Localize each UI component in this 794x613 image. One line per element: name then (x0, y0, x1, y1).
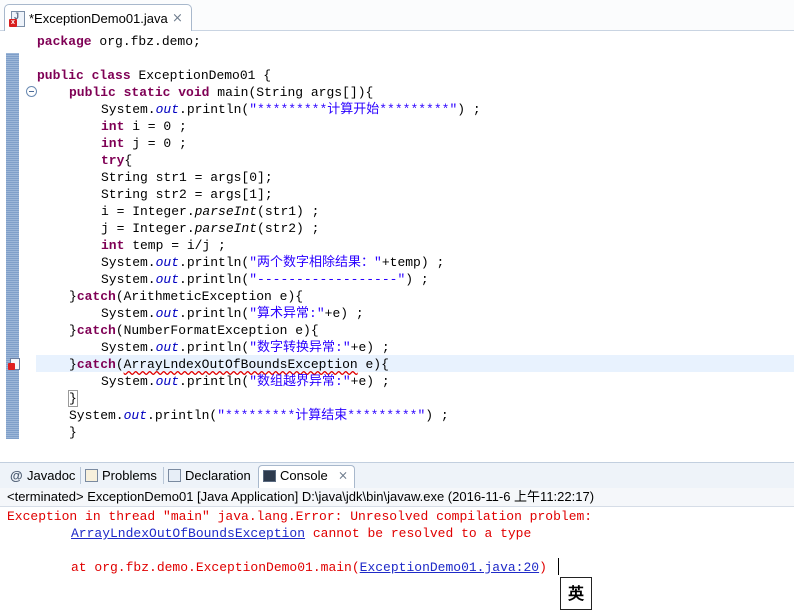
code-line: } (69, 425, 77, 440)
code-line: try{ (101, 153, 133, 168)
code-line: int i = 0 ; (101, 119, 187, 134)
ime-mode-indicator[interactable]: 英 (560, 577, 592, 610)
at-icon: @ (10, 468, 23, 483)
code-line: }catch(NumberFormatException e){ (69, 323, 319, 338)
code-line: int j = 0 ; (101, 136, 187, 151)
panel-tab-bar: @ Javadoc Problems Declaration Console ⨯ (0, 462, 794, 489)
code-line: System.out.println("两个数字相除结果："+temp) ; (101, 255, 445, 270)
text-caret (558, 558, 559, 575)
code-line: System.out.println("数字转换异常:"+e) ; (101, 340, 390, 355)
java-file-error-icon: Jx (9, 11, 25, 27)
error-marker-icon[interactable] (8, 358, 20, 370)
fold-collapse-icon[interactable] (26, 86, 37, 97)
code-line: System.out.println("数组越界异常:"+e) ; (101, 374, 390, 389)
tab-javadoc[interactable]: @ Javadoc (10, 466, 78, 486)
code-line-error: }catch(ArrayLndexOutOfBoundsException e)… (69, 357, 389, 372)
code-line: package org.fbz.demo; (37, 34, 201, 49)
code-line: String str1 = args[0]; (101, 170, 273, 185)
declaration-icon (168, 469, 181, 482)
close-icon[interactable]: ⨯ (338, 468, 348, 482)
problems-icon (85, 469, 98, 482)
tab-declaration[interactable]: Declaration (168, 466, 254, 486)
type-link[interactable]: ArrayLndexOutOfBoundsException (71, 526, 305, 541)
code-line: j = Integer.parseInt(str2) ; (101, 221, 320, 236)
code-line: }catch(ArithmeticException e){ (69, 289, 304, 304)
tab-problems[interactable]: Problems (85, 466, 161, 486)
code-line: System.out.println("*********计算开始*******… (101, 102, 481, 117)
code-line: public static void main(String args[]){ (69, 85, 374, 100)
console-stack-line: at org.fbz.demo.ExceptionDemo01.main(Exc… (71, 560, 547, 575)
close-icon[interactable]: ⨯ (172, 10, 183, 26)
code-line: System.out.println("*********计算结束*******… (69, 408, 449, 423)
console-process-header: <terminated> ExceptionDemo01 [Java Appli… (0, 488, 794, 507)
code-line: public class ExceptionDemo01 { (37, 68, 272, 83)
code-line: System.out.println("------------------")… (101, 272, 429, 287)
tab-console[interactable]: Console ⨯ (258, 465, 355, 489)
overview-ruler (6, 53, 19, 439)
source-link[interactable]: ExceptionDemo01.java:20 (360, 560, 539, 575)
code-line: String str2 = args[1]; (101, 187, 273, 202)
code-line: i = Integer.parseInt(str1) ; (101, 204, 320, 219)
editor-tab-bar: Jx *ExceptionDemo01.java ⨯ (0, 0, 794, 32)
code-line: } (68, 390, 78, 407)
unresolved-type-error[interactable]: ArrayLndexOutOfBoundsException (124, 357, 358, 372)
editor-tab-title: *ExceptionDemo01.java (29, 11, 168, 26)
console-error-line: ArrayLndexOutOfBoundsException cannot be… (71, 526, 532, 541)
code-line: int temp = i/j ; (101, 238, 226, 253)
code-line: System.out.println("算术异常:"+e) ; (101, 306, 364, 321)
editor-tab-exceptiondemo01[interactable]: Jx *ExceptionDemo01.java ⨯ (4, 4, 192, 32)
console-icon (263, 470, 276, 482)
console-error-line: Exception in thread "main" java.lang.Err… (7, 509, 600, 524)
